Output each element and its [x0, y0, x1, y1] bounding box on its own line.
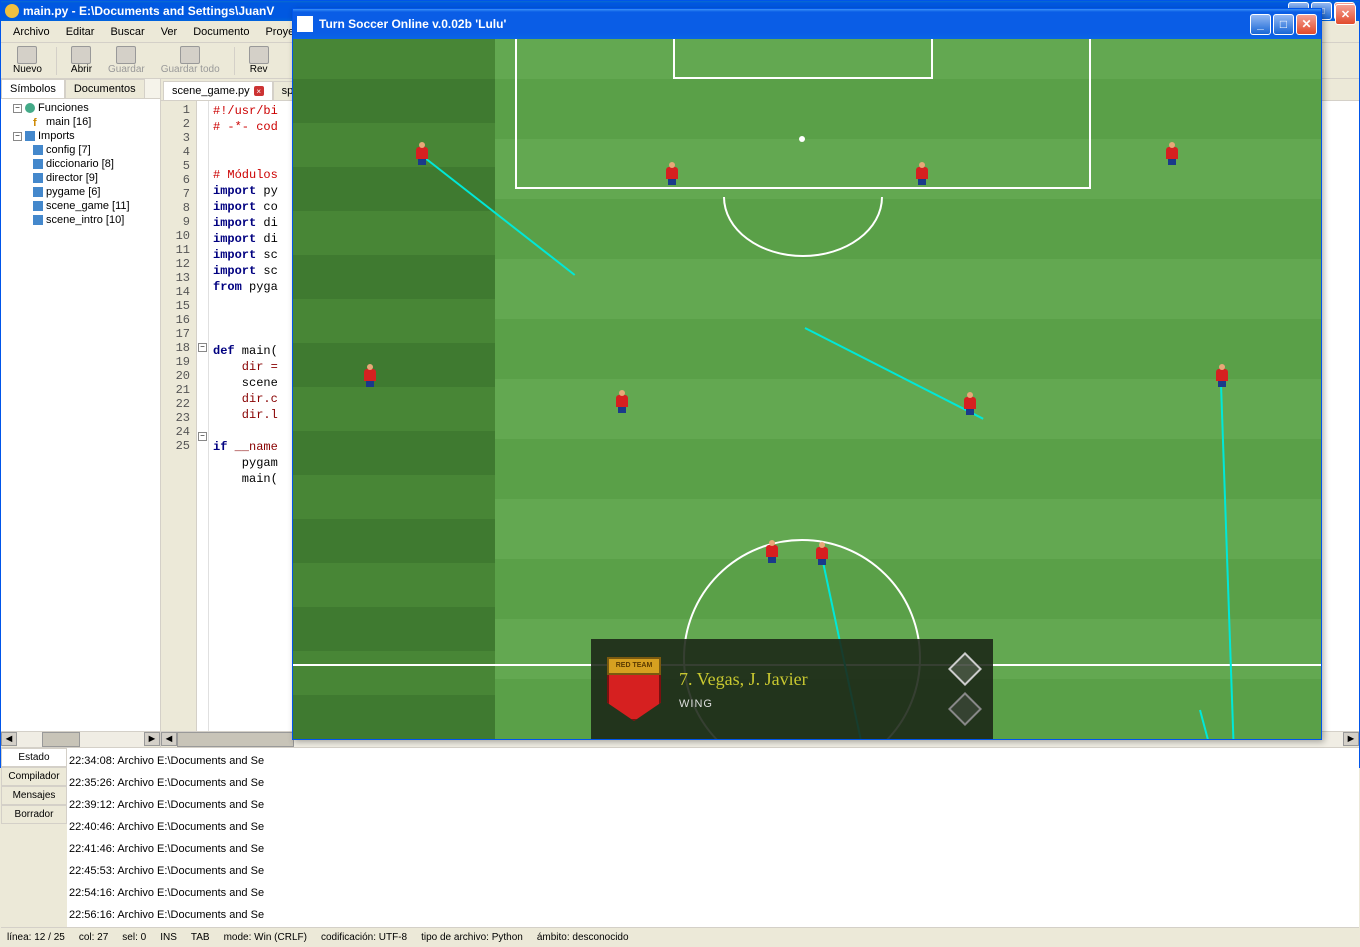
- player[interactable]: [663, 167, 681, 189]
- menu-editar[interactable]: Editar: [58, 24, 103, 40]
- status-col: col: 27: [79, 932, 108, 943]
- status-tab: TAB: [191, 932, 210, 943]
- game-window: Turn Soccer Online v.0.02b 'Lulu' _ □ ✕: [292, 8, 1322, 740]
- player[interactable]: [763, 545, 781, 567]
- tab-documentos[interactable]: Documentos: [65, 79, 145, 98]
- status-ftype: tipo de archivo: Python: [421, 932, 523, 943]
- player[interactable]: [361, 369, 379, 391]
- rev-button[interactable]: Rev: [243, 44, 275, 77]
- game-maximize-button[interactable]: □: [1273, 14, 1294, 35]
- tree-director[interactable]: director [9]: [3, 171, 158, 185]
- tree-pygame[interactable]: pygame [6]: [3, 185, 158, 199]
- status-linea: línea: 12 / 25: [7, 932, 65, 943]
- messages-content[interactable]: 22:34:08: Archivo E:\Documents and Se 22…: [67, 748, 1359, 927]
- game-icon: [297, 16, 313, 32]
- player[interactable]: [961, 397, 979, 419]
- message-row: 22:34:08: Archivo E:\Documents and Se: [69, 750, 1357, 772]
- ball[interactable]: [799, 136, 805, 142]
- msgtab-compilador[interactable]: Compilador: [1, 767, 67, 786]
- guardar-button[interactable]: Guardar: [102, 44, 151, 77]
- badge-label: RED TEAM: [607, 657, 661, 675]
- message-row: 22:35:26: Archivo E:\Documents and Se: [69, 772, 1357, 794]
- player-name: 7. Vegas, J. Javier: [679, 669, 935, 690]
- action-icon-2[interactable]: [948, 692, 982, 726]
- guardar-todo-button[interactable]: Guardar todo: [155, 44, 226, 77]
- action-icon-1[interactable]: [948, 652, 982, 686]
- statusbar: línea: 12 / 25 col: 27 sel: 0 INS TAB mo…: [1, 927, 1359, 947]
- fold-column[interactable]: − −: [197, 101, 209, 731]
- pitch[interactable]: RED TEAM 7. Vegas, J. Javier WING: [293, 39, 1321, 739]
- field-lines: [293, 39, 1321, 739]
- tree-sceneintro[interactable]: scene_intro [10]: [3, 213, 158, 227]
- line-gutter: 1234567891011121314151617181920212223242…: [161, 101, 197, 731]
- status-enc: codificación: UTF-8: [321, 932, 407, 943]
- message-row: 22:45:53: Archivo E:\Documents and Se: [69, 860, 1357, 882]
- menu-buscar[interactable]: Buscar: [102, 24, 152, 40]
- player[interactable]: [1163, 147, 1181, 169]
- player-card: RED TEAM 7. Vegas, J. Javier WING: [591, 639, 993, 739]
- symbol-tree: −Funciones fmain [16] −Imports config [7…: [1, 99, 160, 731]
- sidebar-scroll[interactable]: ◄►: [1, 731, 160, 747]
- status-ins: INS: [160, 932, 177, 943]
- message-row: 22:56:16: Archivo E:\Documents and Se: [69, 904, 1357, 926]
- app-icon: [5, 4, 19, 18]
- game-close-button[interactable]: ✕: [1296, 14, 1317, 35]
- player-position: WING: [679, 698, 935, 710]
- tab-simbolos[interactable]: Símbolos: [1, 79, 65, 98]
- tree-main[interactable]: fmain [16]: [3, 115, 158, 129]
- tree-config[interactable]: config [7]: [3, 143, 158, 157]
- tree-funciones[interactable]: −Funciones: [3, 101, 158, 115]
- msgtab-borrador[interactable]: Borrador: [1, 805, 67, 824]
- tree-imports[interactable]: −Imports: [3, 129, 158, 143]
- game-minimize-button[interactable]: _: [1250, 14, 1271, 35]
- game-titlebar[interactable]: Turn Soccer Online v.0.02b 'Lulu' _ □ ✕: [293, 9, 1321, 39]
- status-scope: ámbito: desconocido: [537, 932, 629, 943]
- message-row: 22:54:16: Archivo E:\Documents and Se: [69, 882, 1357, 904]
- menu-archivo[interactable]: Archivo: [5, 24, 58, 40]
- tab-scene-game[interactable]: scene_game.py×: [163, 81, 273, 100]
- abrir-button[interactable]: Abrir: [65, 44, 98, 77]
- status-mode: mode: Win (CRLF): [224, 932, 307, 943]
- editor-title: main.py - E:\Documents and Settings\Juan…: [23, 4, 274, 18]
- outer-close-button[interactable]: ✕: [1335, 4, 1356, 25]
- player[interactable]: [413, 147, 431, 169]
- tree-scenegame[interactable]: scene_game [11]: [3, 199, 158, 213]
- tree-diccionario[interactable]: diccionario [8]: [3, 157, 158, 171]
- nuevo-button[interactable]: Nuevo: [7, 44, 48, 77]
- player[interactable]: [1213, 369, 1231, 391]
- menu-ver[interactable]: Ver: [153, 24, 186, 40]
- sidebar: Símbolos Documentos −Funciones fmain [16…: [1, 79, 161, 747]
- game-title: Turn Soccer Online v.0.02b 'Lulu': [319, 17, 506, 31]
- messages-panel: Estado Compilador Mensajes Borrador 22:3…: [1, 747, 1359, 927]
- player[interactable]: [613, 395, 631, 417]
- team-badge: RED TEAM: [607, 657, 661, 721]
- status-sel: sel: 0: [122, 932, 146, 943]
- message-row: 22:40:46: Archivo E:\Documents and Se: [69, 816, 1357, 838]
- message-row: 22:41:46: Archivo E:\Documents and Se: [69, 838, 1357, 860]
- player[interactable]: [813, 547, 831, 569]
- msgtab-estado[interactable]: Estado: [1, 748, 67, 767]
- message-row: 22:39:12: Archivo E:\Documents and Se: [69, 794, 1357, 816]
- menu-documento[interactable]: Documento: [185, 24, 257, 40]
- player[interactable]: [913, 167, 931, 189]
- close-icon[interactable]: ×: [254, 86, 264, 96]
- msgtab-mensajes[interactable]: Mensajes: [1, 786, 67, 805]
